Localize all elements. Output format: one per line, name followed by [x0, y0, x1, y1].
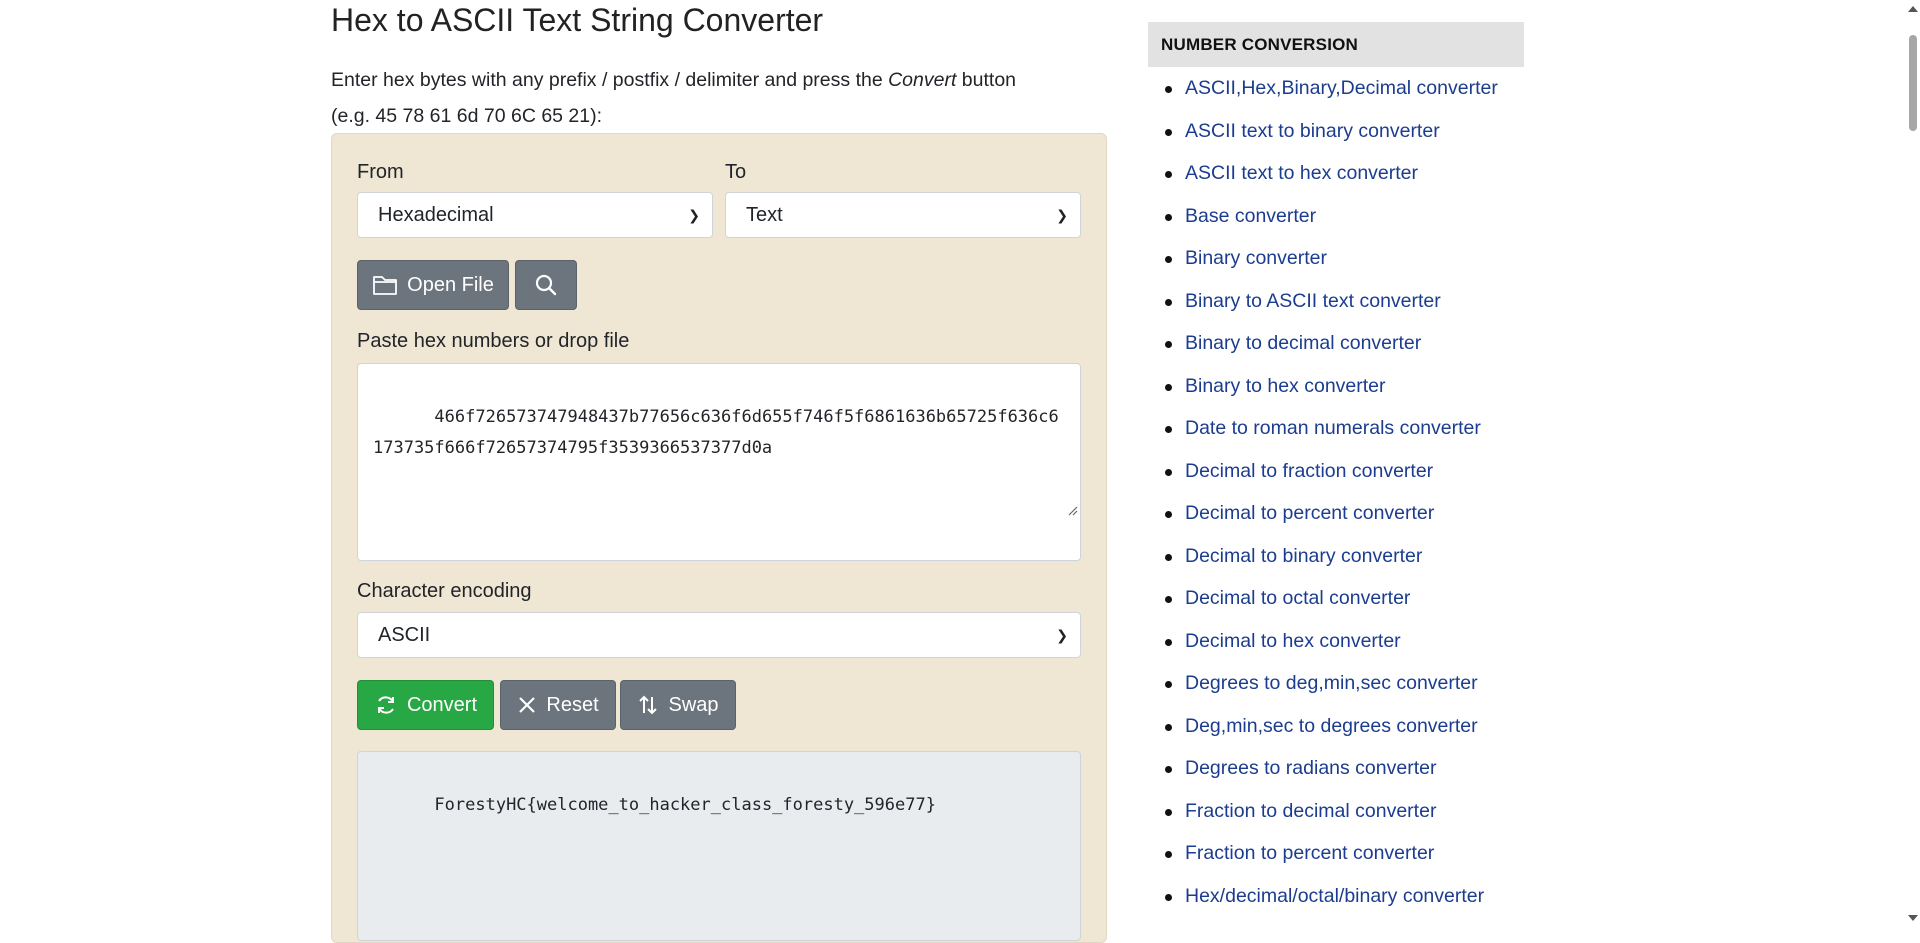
list-item: ASCII text to binary converter [1148, 110, 1498, 153]
page-title: Hex to ASCII Text String Converter [331, 2, 824, 38]
list-item: Decimal to hex converter [1148, 620, 1498, 663]
list-item: Decimal to fraction converter [1148, 450, 1498, 493]
open-file-button[interactable]: Open File [357, 260, 509, 310]
list-item: Deg,min,sec to degrees converter [1148, 705, 1498, 748]
sidebar-link[interactable]: Degrees to deg,min,sec converter [1185, 672, 1478, 694]
sidebar-link[interactable]: Decimal to octal converter [1185, 587, 1410, 609]
from-select[interactable]: Hexadecimal ❯ [357, 192, 713, 238]
list-item: Decimal to octal converter [1148, 577, 1498, 620]
from-label: From [357, 161, 404, 183]
search-button[interactable] [515, 260, 577, 310]
resize-handle-icon[interactable] [984, 465, 1078, 558]
chevron-down-icon: ❯ [688, 207, 700, 223]
list-item: Binary to decimal converter [1148, 322, 1498, 365]
list-item: Degrees to radians converter [1148, 747, 1498, 790]
list-item: Decimal to percent converter [1148, 492, 1498, 535]
scroll-up-arrow-icon[interactable] [1908, 6, 1918, 12]
hex-input-value: 466f726573747948437b77656c636f6d655f746f… [373, 407, 1059, 458]
encoding-label: Character encoding [357, 580, 532, 602]
list-item: Degrees to deg,min,sec converter [1148, 662, 1498, 705]
hex-input-textarea[interactable]: 466f726573747948437b77656c636f6d655f746f… [357, 363, 1081, 561]
text-output-value: ForestyHC{welcome_to_hacker_class_forest… [434, 795, 936, 815]
swap-arrows-icon [637, 694, 659, 716]
list-item: ASCII,Hex,Binary,Decimal converter [1148, 67, 1498, 110]
list-item: Base converter [1148, 195, 1498, 238]
list-item: Date to roman numerals converter [1148, 407, 1498, 450]
swap-label: Swap [668, 693, 719, 716]
sidebar-link[interactable]: Decimal to binary converter [1185, 545, 1422, 567]
sidebar-link[interactable]: Degrees to radians converter [1185, 757, 1436, 779]
sidebar-link[interactable]: Decimal to hex converter [1185, 630, 1401, 652]
sidebar-link[interactable]: Binary to decimal converter [1185, 332, 1421, 354]
sidebar-link[interactable]: Fraction to percent converter [1185, 842, 1434, 864]
swap-button[interactable]: Swap [620, 680, 736, 730]
list-item: Binary to ASCII text converter [1148, 280, 1498, 323]
intro-emphasis: Convert [888, 69, 957, 91]
list-item: Binary converter [1148, 237, 1498, 280]
reset-button[interactable]: Reset [500, 680, 616, 730]
chevron-down-icon: ❯ [1056, 207, 1068, 223]
open-file-label: Open File [407, 273, 494, 296]
encoding-select-value: ASCII [378, 624, 431, 646]
sidebar-link[interactable]: Binary converter [1185, 247, 1327, 269]
sidebar-link[interactable]: Base converter [1185, 205, 1316, 227]
sidebar-link[interactable]: Decimal to percent converter [1185, 502, 1434, 524]
list-item: Fraction to decimal converter [1148, 790, 1498, 833]
sidebar-link[interactable]: Binary to hex converter [1185, 375, 1386, 397]
sidebar-link[interactable]: Decimal to fraction converter [1185, 460, 1433, 482]
list-item: Fraction to percent converter [1148, 832, 1498, 875]
sidebar-link[interactable]: Deg,min,sec to degrees converter [1185, 715, 1478, 737]
list-item: Binary to hex converter [1148, 365, 1498, 408]
page-scrollbar[interactable] [1905, 0, 1920, 927]
sidebar-link[interactable]: Fraction to decimal converter [1185, 800, 1436, 822]
to-label: To [725, 161, 747, 183]
converter-panel: From Hexadecimal ❯ To Text ❯ Open File P… [331, 133, 1107, 943]
text-output-textarea[interactable]: ForestyHC{welcome_to_hacker_class_forest… [357, 751, 1081, 941]
intro-example: (e.g. 45 78 61 6d 70 6C 65 21): [331, 105, 603, 127]
sidebar-link-list: ASCII,Hex,Binary,Decimal converter ASCII… [1148, 67, 1498, 917]
from-select-value: Hexadecimal [378, 204, 494, 226]
refresh-icon [374, 693, 398, 717]
chevron-down-icon: ❯ [1056, 627, 1068, 643]
search-icon [534, 273, 558, 297]
sidebar: NUMBER CONVERSION ASCII,Hex,Binary,Decim… [1148, 22, 1524, 907]
sidebar-link[interactable]: ASCII text to binary converter [1185, 120, 1440, 142]
list-item: Decimal to binary converter [1148, 535, 1498, 578]
sidebar-link[interactable]: Hex/decimal/octal/binary converter [1185, 885, 1484, 907]
sidebar-heading: NUMBER CONVERSION [1148, 22, 1524, 67]
to-select[interactable]: Text ❯ [725, 192, 1081, 238]
list-item: Hex/decimal/octal/binary converter [1148, 875, 1498, 918]
close-icon [517, 695, 537, 715]
scrollbar-thumb[interactable] [1909, 35, 1917, 131]
sidebar-link[interactable]: ASCII text to hex converter [1185, 162, 1418, 184]
convert-label: Convert [406, 693, 478, 716]
sidebar-link[interactable]: ASCII,Hex,Binary,Decimal converter [1185, 77, 1498, 99]
intro-before: Enter hex bytes with any prefix / postfi… [331, 69, 889, 91]
scroll-down-arrow-icon[interactable] [1908, 915, 1918, 921]
sidebar-link[interactable]: Date to roman numerals converter [1185, 417, 1481, 439]
reset-label: Reset [546, 693, 599, 716]
convert-button[interactable]: Convert [357, 680, 494, 730]
list-item: ASCII text to hex converter [1148, 152, 1498, 195]
encoding-select[interactable]: ASCII ❯ [357, 612, 1081, 658]
sidebar-link[interactable]: Binary to ASCII text converter [1185, 290, 1441, 312]
intro-text: Enter hex bytes with any prefix / postfi… [331, 62, 1107, 134]
intro-after: button [956, 69, 1017, 91]
input-label: Paste hex numbers or drop file [357, 330, 630, 352]
to-select-value: Text [746, 204, 783, 226]
folder-icon [372, 274, 398, 296]
